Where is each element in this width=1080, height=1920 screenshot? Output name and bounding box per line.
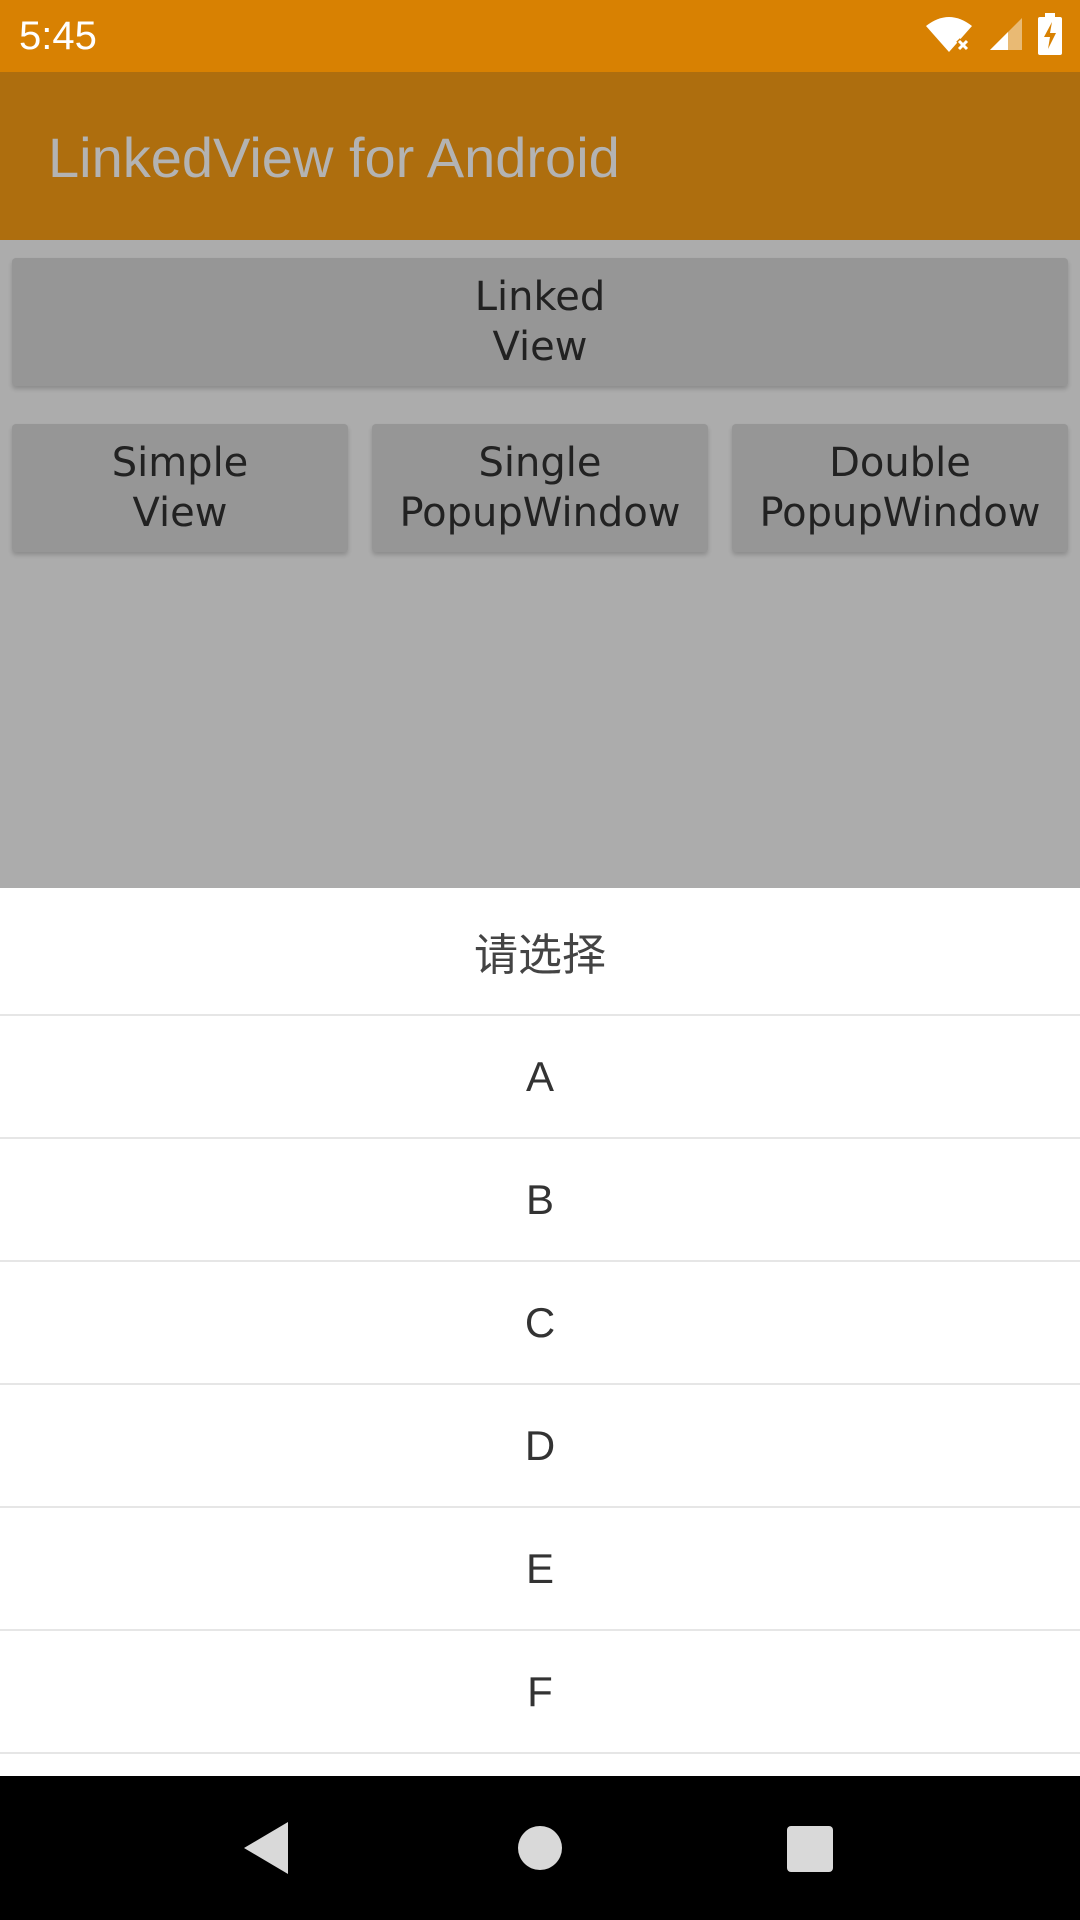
picker-sheet: 请选择 A B C D E F xyxy=(0,888,1080,1776)
simple-view-button[interactable]: Simple View xyxy=(12,424,348,552)
single-popupwindow-button[interactable]: Single PopupWindow xyxy=(372,424,708,552)
picker-item-a[interactable]: A xyxy=(0,1016,1080,1139)
double-popupwindow-button[interactable]: Double PopupWindow xyxy=(732,424,1068,552)
picker-item-b[interactable]: B xyxy=(0,1139,1080,1262)
status-bar: 5:45 xyxy=(0,0,1080,72)
main-content: Linked View Simple View Single PopupWind… xyxy=(0,240,1080,888)
app-title: LinkedView for Android xyxy=(48,126,620,189)
wifi-off-icon xyxy=(924,14,974,58)
picker-item-f[interactable]: F xyxy=(0,1631,1080,1754)
battery-charging-icon xyxy=(1038,13,1062,59)
picker-item-e[interactable]: E xyxy=(0,1508,1080,1631)
signal-icon xyxy=(988,16,1024,56)
home-icon[interactable] xyxy=(518,1826,562,1870)
app-bar: LinkedView for Android xyxy=(0,72,1080,240)
navigation-bar xyxy=(0,1776,1080,1920)
back-icon[interactable] xyxy=(244,1822,288,1878)
picker-item-partial[interactable] xyxy=(0,1754,1080,1776)
picker-item-c[interactable]: C xyxy=(0,1262,1080,1385)
linked-view-button[interactable]: Linked View xyxy=(12,258,1068,386)
recents-icon[interactable] xyxy=(787,1826,833,1872)
status-time: 5:45 xyxy=(19,14,97,58)
status-icons xyxy=(924,13,1062,59)
picker-title: 请选择 xyxy=(0,888,1080,1016)
picker-item-d[interactable]: D xyxy=(0,1385,1080,1508)
